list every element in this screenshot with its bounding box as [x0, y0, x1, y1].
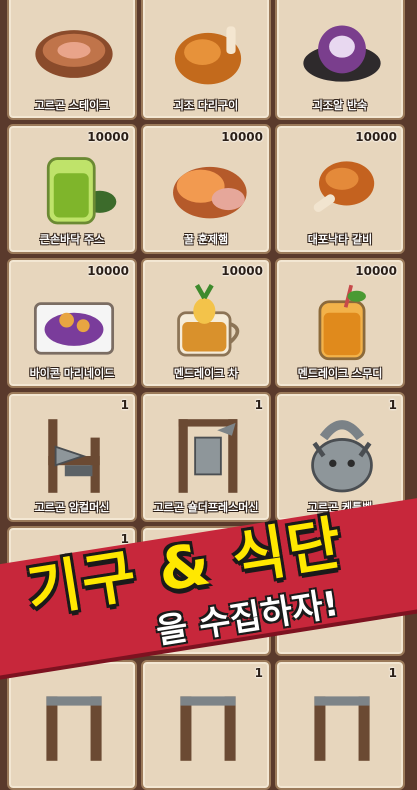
- marinade-plate-icon: [33, 302, 115, 355]
- roast-bird-icon: [174, 26, 242, 85]
- green-juice-icon: [46, 157, 117, 225]
- kettlebell-icon: [311, 420, 373, 493]
- item-card[interactable]: 10000 큰손바닥 주스: [7, 124, 137, 254]
- item-card[interactable]: 10000 대포낙타 갈비: [275, 124, 405, 254]
- item-quantity: 1: [120, 398, 129, 412]
- drumstick-icon: [313, 161, 375, 212]
- item-card[interactable]: 10000 멘드레이크 스무디: [275, 258, 405, 388]
- machine-icon: [314, 696, 370, 761]
- ham-icon: [173, 166, 247, 219]
- item-collection-grid: 고르곤 스테이크 괴조 다리구이 괴조알 반숙 10000 큰손바닥 주스 10000 꿀 …: [7, 0, 405, 790]
- item-name: 큰손바닥 주스: [39, 233, 105, 246]
- egg-dish-icon: [303, 25, 381, 82]
- item-name: 괴조 다리구이: [173, 99, 239, 112]
- item-card[interactable]: 1: [275, 660, 405, 790]
- machine-icon: [180, 696, 236, 761]
- item-quantity: 10000: [221, 264, 263, 278]
- item-card[interactable]: 고르곤 스테이크: [7, 0, 137, 120]
- steak-icon: [35, 30, 113, 78]
- item-card[interactable]: 10000 멘드레이크 차: [141, 258, 271, 388]
- item-card[interactable]: 1 고르곤 숄더프레스머신: [141, 392, 271, 522]
- item-quantity: 1: [254, 666, 263, 680]
- arm-curl-machine-icon: [48, 419, 100, 493]
- item-name: 멘드레이크 차: [173, 367, 239, 380]
- item-quantity: 10000: [87, 130, 129, 144]
- item-card[interactable]: 10000 바이콘 마리네이드: [7, 258, 137, 388]
- item-card[interactable]: 괴조 다리구이: [141, 0, 271, 120]
- item-quantity: 1: [388, 666, 397, 680]
- machine-icon: [46, 696, 102, 761]
- item-name: 괴조알 반숙: [312, 99, 368, 112]
- item-name: 꿀 훈제햄: [183, 233, 229, 246]
- item-name: 고르곤 스테이크: [34, 99, 110, 112]
- item-quantity: 1: [254, 398, 263, 412]
- mandrake-tea-icon: [177, 284, 240, 357]
- item-card[interactable]: 괴조알 반숙: [275, 0, 405, 120]
- item-quantity: 10000: [221, 130, 263, 144]
- item-name: 고르곤 암컬머신: [34, 501, 110, 514]
- item-name: 멘드레이크 스무디: [297, 367, 383, 380]
- item-card[interactable]: 1 고르곤 암컬머신: [7, 392, 137, 522]
- item-name: 바이콘 마리네이드: [29, 367, 115, 380]
- item-card[interactable]: 10000 꿀 훈제햄: [141, 124, 271, 254]
- item-card[interactable]: [7, 660, 137, 790]
- item-quantity: 1: [388, 398, 397, 412]
- shoulder-press-icon: [178, 419, 238, 493]
- item-quantity: 10000: [355, 130, 397, 144]
- item-name: 대포낙타 갈비: [307, 233, 373, 246]
- smoothie-icon: [318, 284, 366, 361]
- item-quantity: 10000: [355, 264, 397, 278]
- item-card[interactable]: 1: [141, 660, 271, 790]
- item-quantity: 10000: [87, 264, 129, 278]
